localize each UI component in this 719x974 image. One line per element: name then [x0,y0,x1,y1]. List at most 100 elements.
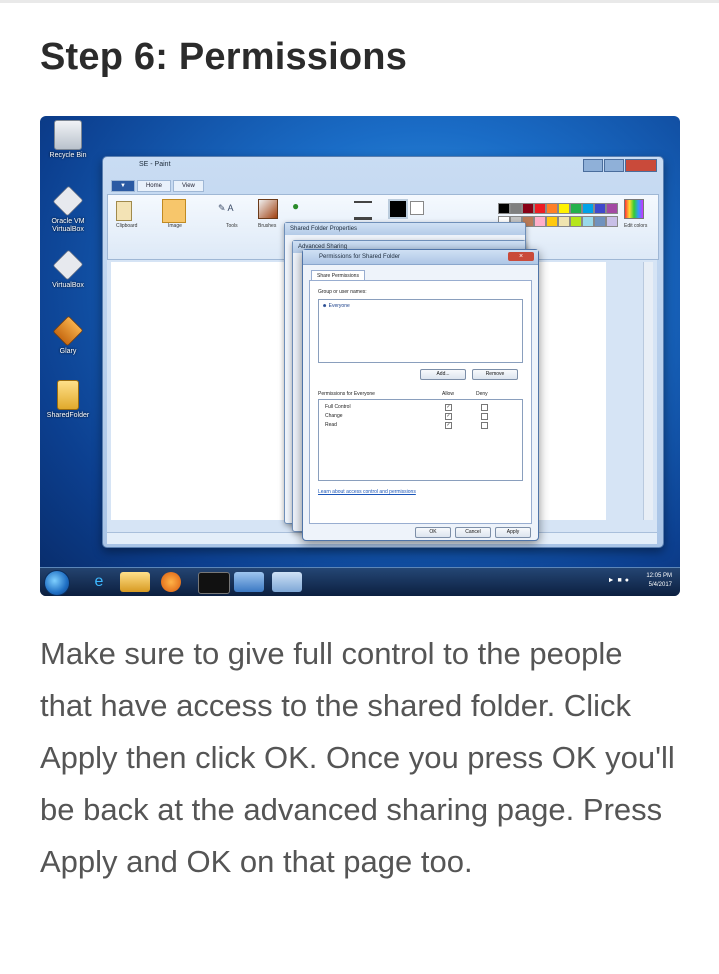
allow-checkbox[interactable]: ✓ [445,422,452,429]
paint-window-title: SE - Paint [139,161,171,168]
color-swatch[interactable] [582,203,594,214]
recycle-bin-icon [54,120,82,150]
cancel-button[interactable]: Cancel [455,527,491,538]
permissions-dialog[interactable]: Permissions for Shared Folder × Share Pe… [302,249,539,541]
apply-button[interactable]: Apply [495,527,531,538]
color-swatch[interactable] [534,203,546,214]
color-swatch[interactable] [606,203,618,214]
start-button-icon[interactable] [44,570,70,596]
group-or-user-label: Group or user names: [318,289,367,295]
virtualbox-icon[interactable] [234,572,264,592]
desktop-icon-label: VirtualBox [52,282,84,289]
color-swatch[interactable] [570,203,582,214]
ribbon-tabs: ▼ Home View [111,180,204,192]
desktop-icon-glary[interactable]: Glary [46,315,90,356]
allow-checkbox[interactable]: ✓ [445,404,452,411]
paste-icon[interactable] [116,201,132,221]
ribbon-group-label: Edit colors [624,223,648,229]
box-icon [52,249,84,281]
desktop-icon-label: Recycle Bin [49,152,87,159]
add-button[interactable]: Add... [420,369,466,380]
desktop-icon-virtualbox[interactable]: Oracle VM VirtualBox [46,185,90,234]
help-link[interactable]: Learn about access control and permissio… [318,489,416,495]
taskbar: e ►■● 12:05 PM 5/4/2017 [40,567,680,596]
explorer-icon[interactable] [120,572,150,592]
color-swatch[interactable] [534,216,546,227]
ribbon-group-label: Clipboard [116,223,138,229]
color-swatch[interactable] [522,203,534,214]
deny-checkbox[interactable] [481,422,488,429]
color-swatch[interactable] [546,203,558,214]
deny-column-label: Deny [476,391,488,397]
edit-colors-icon[interactable] [624,199,644,219]
virtualbox-icon [52,185,84,217]
clock-time: 12:05 PM [646,573,672,579]
tab-view[interactable]: View [172,180,204,192]
color-swatch[interactable] [570,216,582,227]
tools-icon[interactable]: ✎ A [218,203,254,217]
desktop-icon-label: Oracle VM VirtualBox [51,218,85,233]
permissions-table: Full Control ✓ Change ✓ Read ✓ [318,399,523,481]
tab-file[interactable]: ▼ [111,180,135,192]
package-icon [52,315,84,347]
permission-name: Full Control [325,404,351,410]
desktop-icon-label: Glary [59,348,77,355]
permission-name: Read [325,422,337,428]
ribbon-group-label: Image [168,223,182,229]
paint-icon[interactable] [272,572,302,592]
permission-name: Change [325,413,343,419]
user-name: Everyone [328,303,350,309]
desktop-icon-shared-folder[interactable]: SharedFolder [46,380,90,420]
ribbon-group-label: Tools [226,223,238,229]
color-swatch[interactable] [606,216,618,227]
size-icon[interactable] [354,201,372,220]
taskbar-clock[interactable]: 12:05 PM 5/4/2017 [646,572,672,590]
color2-swatch[interactable] [410,201,424,215]
minimize-icon[interactable] [583,159,603,172]
color-swatch[interactable] [498,203,510,214]
user-list[interactable]: ☻ Everyone [318,299,523,363]
properties-dialog-title: Shared Folder Properties [285,223,525,235]
share-permissions-panel: Group or user names: ☻ Everyone Add... R… [309,280,532,524]
step-title: Step 6: Permissions [40,36,408,78]
permissions-dialog-title: Permissions for Shared Folder [319,254,401,260]
clock-date: 5/4/2017 [648,582,672,588]
desktop-icon-recycle-bin[interactable]: Recycle Bin [46,120,90,160]
permissions-header: Permissions for Everyone [318,391,375,397]
color-swatch[interactable] [594,203,606,214]
color-swatch[interactable] [558,216,570,227]
desktop-icon-label: SharedFolder [46,412,90,419]
deny-checkbox[interactable] [481,404,488,411]
vertical-scrollbar[interactable] [643,262,653,520]
top-divider [0,0,719,3]
permissions-dialog-caption: Permissions for Shared Folder × [303,250,538,265]
list-item-everyone[interactable]: ☻ Everyone [322,303,350,309]
window-controls [583,159,657,172]
media-player-icon[interactable] [161,572,181,592]
close-icon[interactable] [625,159,657,172]
cmd-icon[interactable] [198,572,230,594]
allow-checkbox[interactable]: ✓ [445,413,452,420]
color-swatch[interactable] [558,203,570,214]
brushes-icon[interactable] [258,199,278,219]
ok-button[interactable]: OK [415,527,451,538]
color-swatch[interactable] [582,216,594,227]
color-swatch[interactable] [546,216,558,227]
folder-icon [57,380,79,410]
maximize-icon[interactable] [604,159,624,172]
allow-column-label: Allow [442,391,454,397]
internet-explorer-icon[interactable]: e [84,572,114,592]
color1-swatch[interactable] [388,199,408,219]
desktop-icon-box[interactable]: VirtualBox [46,249,90,290]
ribbon-group-label: Brushes [258,223,277,229]
tray-icons[interactable]: ►■● [608,577,632,584]
select-icon[interactable] [162,199,186,223]
tab-home[interactable]: Home [136,180,171,192]
step-screenshot: Recycle Bin Oracle VM VirtualBox Virtual… [40,116,680,596]
color-swatch[interactable] [594,216,606,227]
deny-checkbox[interactable] [481,413,488,420]
close-icon[interactable]: × [508,252,534,261]
shapes-icon[interactable]: ● [292,199,322,217]
color-swatch[interactable] [510,203,522,214]
remove-button[interactable]: Remove [472,369,518,380]
